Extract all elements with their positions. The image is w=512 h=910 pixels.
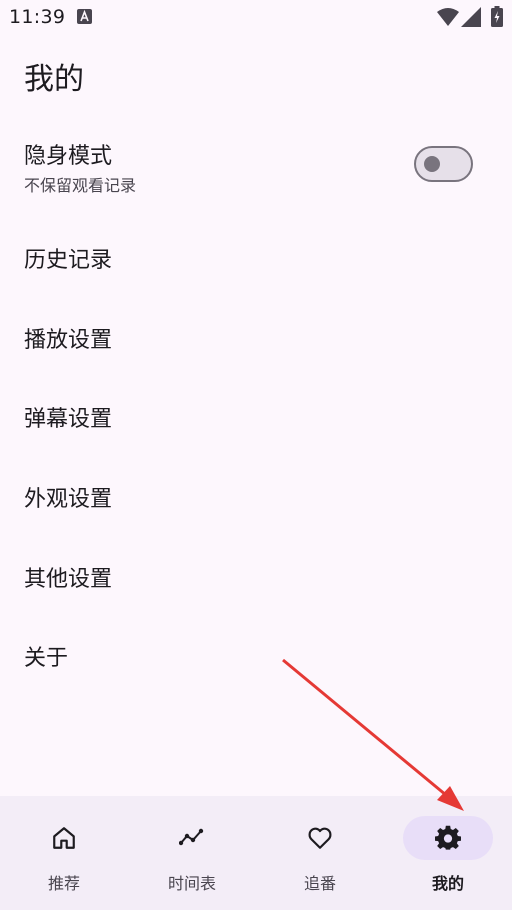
signal-icon — [461, 7, 481, 27]
nav-label: 追番 — [303, 874, 336, 893]
menu-item-label: 播放设置 — [24, 328, 113, 353]
menu-item-appearance-settings[interactable]: 外观设置 — [0, 465, 512, 529]
timeline-icon — [179, 828, 204, 846]
menu-item-playback-settings[interactable]: 播放设置 — [0, 306, 512, 370]
screen: 11:39 我的 隐身模式 不保留观看记录 历史记录 播放设置 弹幕设置 外观设… — [0, 0, 512, 910]
menu-item-other-settings[interactable]: 其他设置 — [0, 545, 512, 609]
incognito-mode-title: 隐身模式 — [24, 144, 113, 169]
menu-item-label: 历史记录 — [24, 248, 113, 273]
nav-label: 推荐 — [47, 874, 80, 893]
nav-item-recommend[interactable]: 推荐 — [0, 796, 128, 910]
notification-icon — [77, 9, 92, 24]
battery-icon — [491, 6, 503, 27]
menu-item-about[interactable]: 关于 — [0, 624, 512, 688]
nav-item-timetable[interactable]: 时间表 — [128, 796, 256, 910]
page-title: 我的 — [24, 62, 84, 97]
menu-item-label: 其他设置 — [24, 567, 113, 592]
toggle-knob — [424, 156, 440, 172]
wifi-icon — [437, 8, 459, 26]
nav-label: 时间表 — [167, 874, 216, 893]
nav-label: 我的 — [431, 874, 464, 893]
status-bar: 11:39 — [0, 0, 512, 36]
menu-item-label: 弹幕设置 — [24, 407, 113, 432]
heart-icon — [308, 827, 332, 849]
status-time: 11:39 — [9, 6, 66, 28]
menu-item-danmaku-settings[interactable]: 弹幕设置 — [0, 385, 512, 449]
incognito-toggle[interactable] — [414, 146, 473, 182]
home-icon — [53, 827, 75, 849]
gear-icon — [435, 825, 461, 850]
bottom-navigation: 推荐 时间表 追番 我的 — [0, 796, 512, 910]
incognito-mode-row[interactable]: 隐身模式 不保留观看记录 — [0, 126, 512, 208]
menu-item-history[interactable]: 历史记录 — [0, 226, 512, 290]
nav-item-mine[interactable]: 我的 — [384, 796, 512, 910]
nav-item-following[interactable]: 追番 — [256, 796, 384, 910]
menu-item-label: 外观设置 — [24, 487, 113, 512]
incognito-mode-subtitle: 不保留观看记录 — [24, 176, 137, 195]
menu-item-label: 关于 — [24, 646, 69, 671]
